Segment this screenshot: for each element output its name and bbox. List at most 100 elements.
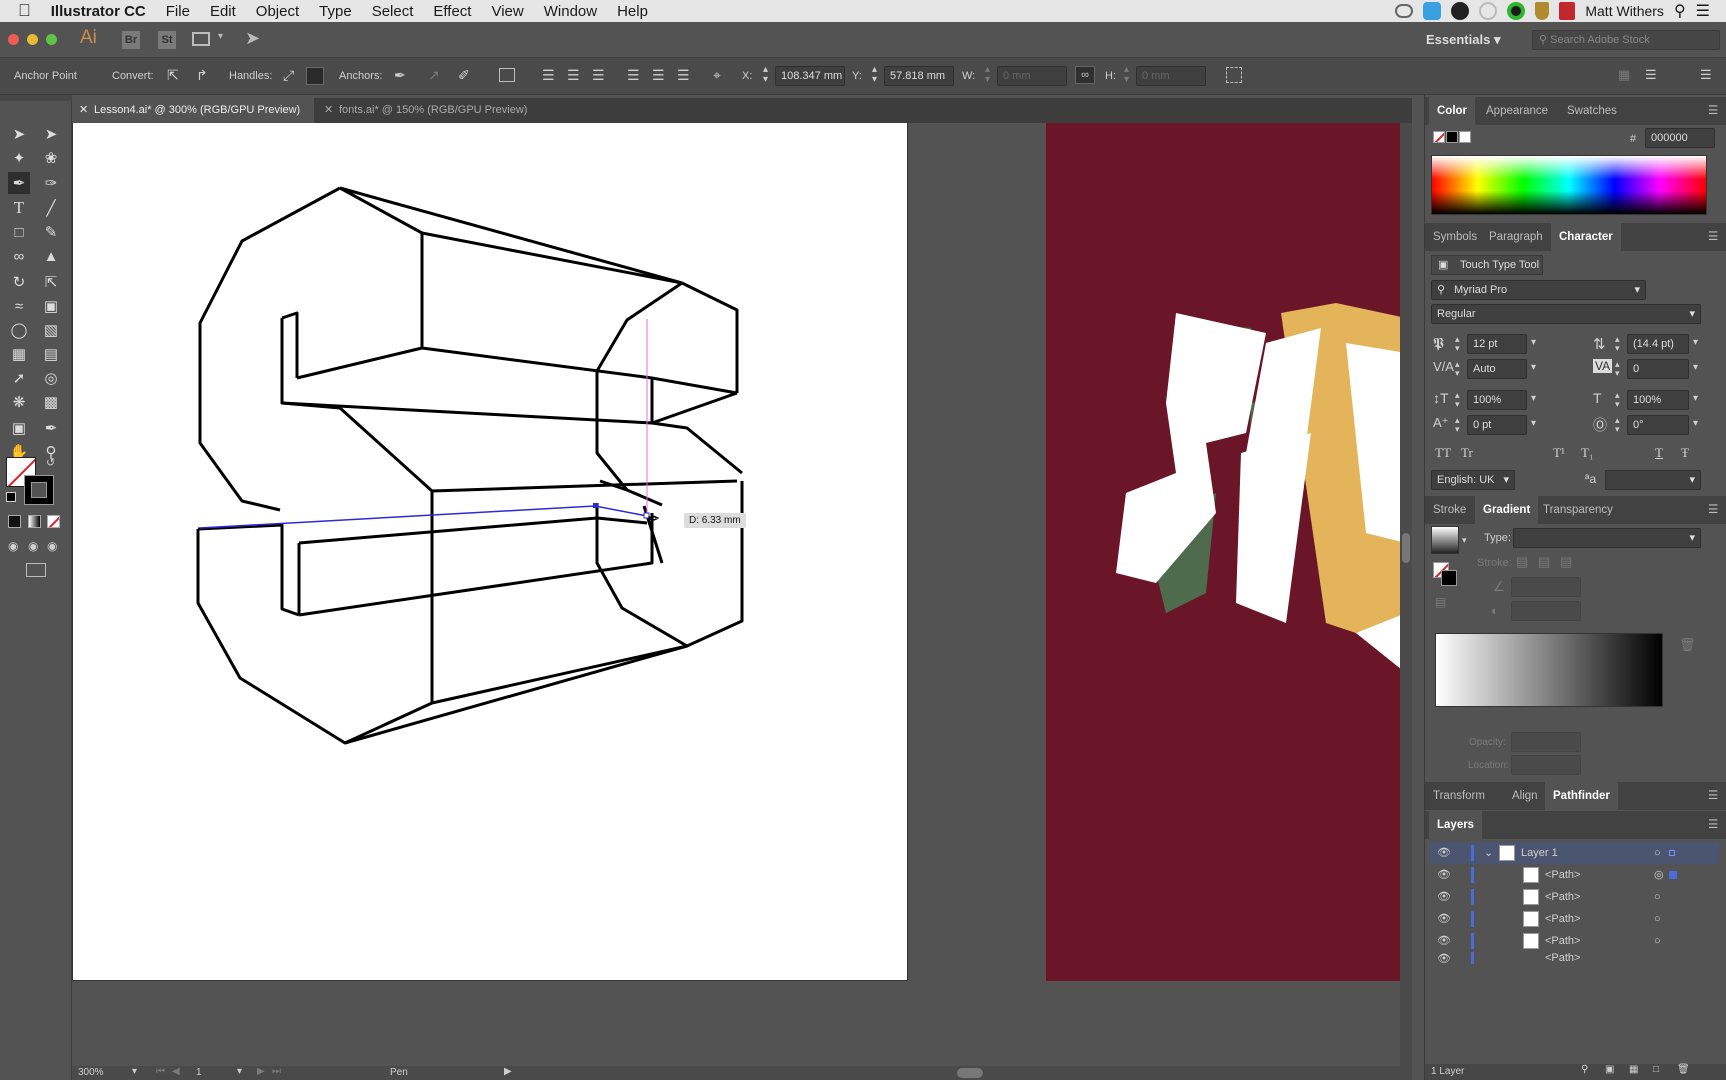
align-bottom-icon[interactable]: ☰ — [677, 67, 690, 84]
align-right-icon[interactable]: ☰ — [592, 67, 605, 84]
superscript-button[interactable]: T¹ — [1553, 445, 1565, 461]
all-caps-button[interactable]: TT — [1435, 445, 1451, 461]
expand-chevron-icon[interactable]: ⌄ — [1484, 842, 1493, 864]
align-top-icon[interactable]: ☰ — [627, 67, 640, 84]
tab-align[interactable]: Align — [1512, 782, 1538, 810]
default-colors-icon[interactable] — [6, 492, 16, 502]
new-layer-icon[interactable]: □ — [1653, 1064, 1659, 1075]
panel-menu-icon[interactable]: ☰ — [1708, 97, 1718, 125]
h-stepper-icon[interactable]: ▴ ▾ — [1124, 65, 1129, 85]
layer-path-row[interactable]: 👁 <Path> ◎ — [1429, 864, 1719, 886]
layer-name[interactable]: Layer 1 — [1521, 842, 1558, 864]
tab-character[interactable]: Character — [1551, 223, 1621, 251]
horizontal-scale-stepper-icon[interactable]: ▴ ▾ — [1615, 391, 1620, 409]
eyedropper-tool-icon[interactable]: ➚ — [8, 367, 30, 389]
selected-square-icon[interactable] — [1669, 871, 1677, 879]
layer-row[interactable]: 👁 ⌄ Layer 1 ○ — [1429, 842, 1719, 864]
vertical-scale-stepper-icon[interactable]: ▴ ▾ — [1455, 391, 1460, 409]
pen-tool-icon[interactable]: ✒ — [8, 172, 30, 194]
rotate-tool-icon[interactable]: ↻ — [8, 271, 30, 293]
draw-inside-icon[interactable]: ◉ — [47, 539, 57, 553]
mesh-tool-icon[interactable]: ▦ — [8, 343, 30, 365]
none-color-icon[interactable] — [1433, 131, 1445, 143]
gpu-performance-icon[interactable]: ➤ — [245, 28, 260, 49]
font-size-stepper-icon[interactable]: ▴ ▾ — [1455, 335, 1460, 353]
align-middle-icon[interactable]: ☰ — [652, 67, 665, 84]
record-icon[interactable] — [1507, 2, 1526, 20]
chevron-down-icon[interactable]: ▾ — [1693, 337, 1698, 348]
menu-type[interactable]: Type — [319, 3, 352, 20]
anti-aliasing-select[interactable]: ▾ — [1605, 470, 1701, 490]
panel-menu-icon[interactable]: ☰ — [1700, 67, 1712, 83]
chevron-down-icon[interactable]: ▾ — [1693, 362, 1698, 373]
workspace-switcher[interactable]: Essentials ▾ — [1426, 32, 1500, 48]
gradient-slider[interactable] — [1435, 633, 1663, 707]
last-artboard-icon[interactable]: ⏭ — [272, 1066, 281, 1077]
hide-handles-icon[interactable] — [306, 67, 324, 85]
small-caps-button[interactable]: Tr — [1461, 445, 1473, 461]
symbol-sprayer-tool-icon[interactable]: ❋ — [8, 391, 30, 413]
zoom-window-button[interactable] — [46, 34, 57, 45]
toolbar-header[interactable] — [0, 95, 72, 101]
tab-gradient[interactable]: Gradient — [1475, 496, 1539, 524]
notification-list-icon[interactable]: ☰ — [1696, 1, 1710, 21]
zoom-level[interactable]: 300% — [78, 1067, 104, 1078]
panel-menu-icon[interactable]: ☰ — [1708, 223, 1718, 251]
visibility-eye-icon[interactable]: 👁 — [1437, 930, 1451, 952]
draw-normal-icon[interactable]: ◉ — [8, 539, 18, 553]
vertical-scroll-thumb[interactable] — [1402, 533, 1410, 563]
menu-effect[interactable]: Effect — [433, 3, 471, 20]
touch-type-tool-button[interactable]: ▣ Touch Type Tool — [1431, 255, 1543, 275]
menu-object[interactable]: Object — [256, 3, 299, 20]
font-size-input[interactable]: 12 pt — [1467, 334, 1527, 354]
chevron-down-icon[interactable]: ▾ — [218, 31, 223, 42]
w-stepper-icon[interactable]: ▴ ▾ — [985, 65, 990, 85]
visibility-eye-icon[interactable]: 👁 — [1437, 842, 1451, 864]
show-handles-icon[interactable]: ⤢ — [283, 67, 294, 84]
close-tab-icon[interactable]: ✕ — [79, 98, 88, 123]
status-menu-icon[interactable]: ▶ — [504, 1066, 512, 1077]
gradient-preview-swatch[interactable] — [1431, 526, 1459, 554]
language-select[interactable]: English: UK ▾ — [1431, 470, 1515, 490]
blend-tool-icon[interactable]: ◎ — [40, 367, 62, 389]
transform-icon[interactable] — [1226, 67, 1242, 83]
reverse-gradient-icon[interactable]: ▤ — [1435, 595, 1446, 609]
close-window-button[interactable] — [8, 34, 19, 45]
slice-tool-icon[interactable]: ✒ — [40, 417, 62, 439]
stroke-across-icon[interactable]: ▤ — [1560, 554, 1572, 570]
path-name[interactable]: <Path> — [1545, 930, 1580, 952]
panel-menu-icon[interactable]: ☰ — [1708, 782, 1718, 810]
menu-help[interactable]: Help — [617, 3, 648, 20]
transform-options-icon[interactable]: ☰ — [1645, 67, 1657, 83]
baseline-stepper-icon[interactable]: ▴ ▾ — [1455, 416, 1460, 434]
location-input[interactable] — [1511, 755, 1581, 775]
tab-swatches[interactable]: Swatches — [1567, 97, 1617, 125]
gradient-stroke-icon[interactable] — [1441, 570, 1457, 586]
tab-symbols[interactable]: Symbols — [1433, 223, 1477, 251]
chevron-down-icon[interactable]: ▾ — [1693, 393, 1698, 404]
layer-path-row[interactable]: 👁 <Path> ○ — [1429, 930, 1719, 952]
next-artboard-icon[interactable]: ▶ — [257, 1066, 265, 1077]
rotation-stepper-icon[interactable]: ▴ ▾ — [1615, 416, 1620, 434]
stock-button[interactable]: St — [158, 31, 176, 49]
gradient-mode-icon[interactable] — [28, 515, 41, 528]
new-sublayer-icon[interactable]: ▦ — [1629, 1064, 1638, 1075]
close-tab-icon[interactable]: ✕ — [324, 98, 333, 123]
artboard-number[interactable]: 1 — [196, 1067, 202, 1078]
chevron-down-icon[interactable]: ▾ — [1531, 393, 1536, 404]
tracking-input[interactable]: 0 — [1627, 359, 1689, 379]
black-color-icon[interactable] — [1446, 131, 1458, 143]
delete-layer-icon[interactable]: 🗑 — [1677, 1064, 1690, 1075]
visibility-eye-icon[interactable]: 👁 — [1437, 952, 1451, 964]
leading-input[interactable]: (14.4 pt) — [1627, 334, 1689, 354]
draw-behind-icon[interactable]: ◉ — [28, 539, 38, 553]
white-color-icon[interactable] — [1459, 131, 1471, 143]
selection-tool-icon[interactable]: ➤ — [8, 123, 30, 145]
hex-input[interactable]: 000000 — [1645, 128, 1715, 148]
target-circle-icon[interactable]: ◎ — [1654, 864, 1664, 886]
path-name[interactable]: <Path> — [1545, 952, 1580, 964]
font-style-select[interactable]: Regular ▾ — [1431, 304, 1701, 324]
rotation-input[interactable]: 0° — [1627, 415, 1689, 435]
chevron-down-icon[interactable]: ▾ — [1693, 418, 1698, 429]
delete-stop-icon[interactable]: 🗑 — [1679, 637, 1696, 653]
